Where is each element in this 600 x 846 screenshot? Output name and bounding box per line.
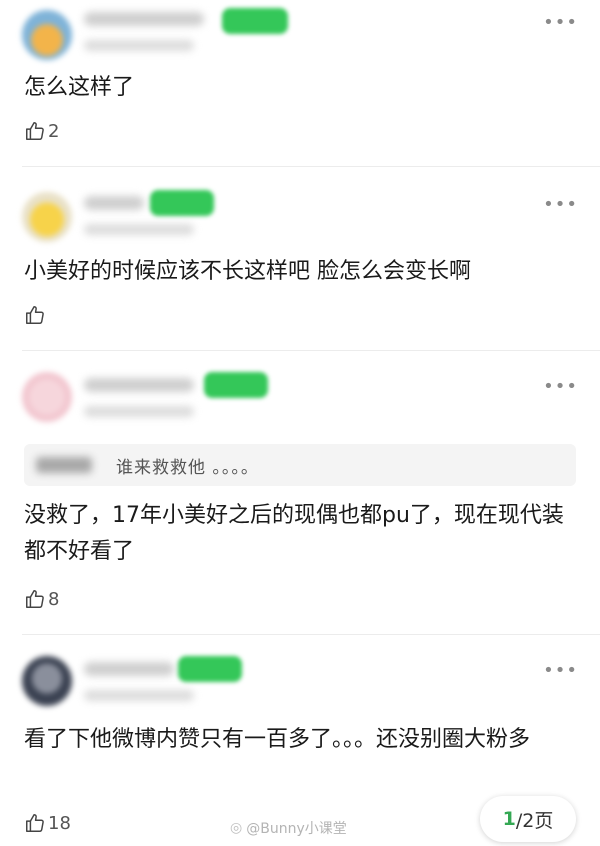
like-button[interactable]: 2 bbox=[24, 118, 59, 144]
avatar[interactable] bbox=[22, 192, 72, 242]
like-count: 2 bbox=[48, 120, 60, 142]
thumbs-up-icon bbox=[26, 814, 44, 832]
thumbs-up-icon bbox=[26, 306, 44, 324]
like-button[interactable]: 8 bbox=[24, 586, 59, 612]
watermark-text: @Bunny小课堂 bbox=[246, 821, 347, 837]
more-options-icon[interactable]: ••• bbox=[543, 14, 578, 32]
weibo-logo-icon: ◎ bbox=[230, 820, 243, 836]
like-count: 8 bbox=[48, 588, 60, 610]
comment-text: 怎么这样了 bbox=[24, 75, 135, 100]
more-options-icon[interactable]: ••• bbox=[543, 196, 578, 214]
avatar[interactable] bbox=[22, 656, 72, 706]
quoted-reply[interactable]: 谁来救救他 。。。。 bbox=[24, 444, 576, 486]
current-page: 1 bbox=[502, 808, 516, 830]
quoted-username-blurred bbox=[36, 457, 92, 473]
watermark: ◎ @Bunny小课堂 bbox=[230, 818, 347, 838]
page-indicator[interactable]: 1 /2页 bbox=[480, 796, 576, 842]
thumbs-up-icon bbox=[26, 122, 44, 140]
username-blurred[interactable] bbox=[84, 196, 144, 210]
more-options-icon[interactable]: ••• bbox=[543, 662, 578, 680]
comment-1: ••• 怎么这样了 2 bbox=[0, 0, 600, 166]
comment-meta-blurred bbox=[84, 690, 194, 701]
avatar[interactable] bbox=[22, 10, 72, 60]
total-pages: /2页 bbox=[515, 809, 554, 832]
comment-text: 看了下他微博内赞只有一百多了。。。还没别圈大粉多 bbox=[24, 727, 531, 752]
like-button[interactable] bbox=[24, 302, 48, 328]
username-blurred[interactable] bbox=[84, 378, 194, 392]
username-blurred[interactable] bbox=[84, 12, 204, 26]
member-badge bbox=[222, 8, 288, 34]
comment-3: ••• 谁来救救他 。。。。 没救了，17年小美好之后的现偶也都pu了，现在现代… bbox=[0, 350, 600, 634]
avatar[interactable] bbox=[22, 372, 72, 422]
comment-2: ••• 小美好的时候应该不长这样吧 脸怎么会变长啊 bbox=[0, 166, 600, 350]
like-button[interactable]: 18 bbox=[24, 810, 71, 836]
member-badge bbox=[204, 372, 268, 398]
comment-meta-blurred bbox=[84, 406, 194, 417]
comment-text: 小美好的时候应该不长这样吧 脸怎么会变长啊 bbox=[24, 259, 471, 284]
member-badge bbox=[178, 656, 242, 682]
like-count: 18 bbox=[48, 812, 71, 834]
more-options-icon[interactable]: ••• bbox=[543, 378, 578, 396]
comment-meta-blurred bbox=[84, 40, 194, 51]
quoted-text: 谁来救救他 。。。。 bbox=[116, 457, 259, 478]
thumbs-up-icon bbox=[26, 590, 44, 608]
comment-text: 没救了，17年小美好之后的现偶也都pu了，现在现代装都不好看了 bbox=[24, 503, 564, 564]
username-blurred[interactable] bbox=[84, 662, 174, 676]
comment-meta-blurred bbox=[84, 224, 194, 235]
member-badge bbox=[150, 190, 214, 216]
